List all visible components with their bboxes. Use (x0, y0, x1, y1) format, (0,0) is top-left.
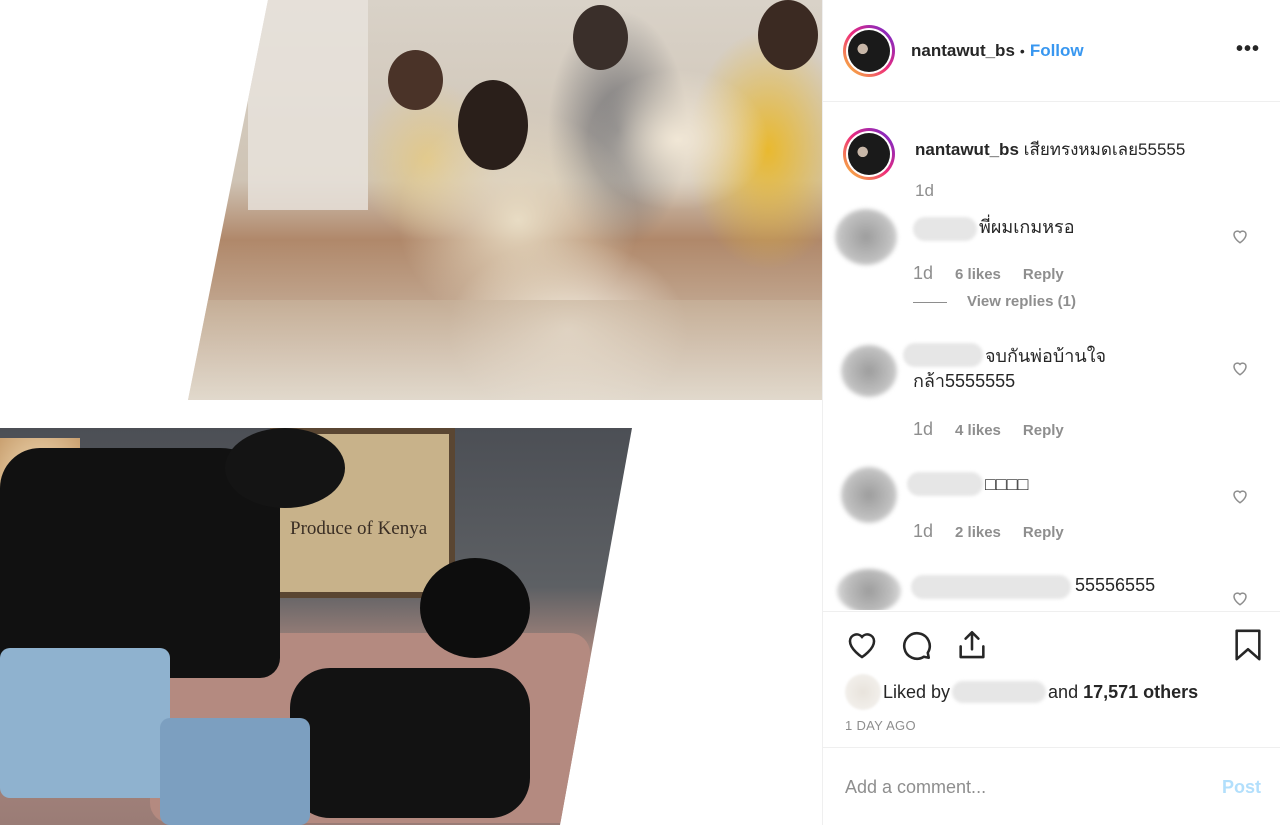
comments-list[interactable]: nantawut_bs เสียทรงหมดเลย55555 1d พี่ผมเ… (823, 103, 1280, 610)
avatar-frame (846, 27, 892, 74)
comment-meta: 1d 4 likes Reply (913, 419, 1064, 440)
comment-text-line2: กล้า5555555 (913, 371, 1016, 391)
like-comment-icon[interactable] (1231, 359, 1249, 377)
caption: nantawut_bs เสียทรงหมดเลย55555 (915, 136, 1185, 163)
commenter-avatar[interactable] (835, 209, 897, 265)
reply-button[interactable]: Reply (1023, 524, 1064, 541)
man-shorts (0, 648, 170, 798)
profile-avatar[interactable] (843, 24, 895, 77)
like-comment-icon[interactable] (1231, 227, 1249, 245)
post-comment-button[interactable]: Post (1222, 777, 1261, 798)
comment-text: 55556555 (1075, 575, 1156, 595)
commenter-avatar[interactable] (837, 569, 901, 610)
view-replies-button[interactable]: View replies (1) (913, 293, 1076, 310)
comment-text-line1: จบกันพ่อบ้านใจ (985, 346, 1107, 366)
liker-avatar[interactable] (845, 674, 881, 710)
view-replies-label[interactable]: View replies (1) (967, 293, 1076, 310)
liked-by[interactable]: Liked by and 17,571 others (845, 674, 1198, 710)
liked-by-prefix: Liked by (883, 681, 951, 702)
comment-likes[interactable]: 6 likes (955, 266, 1001, 283)
more-options-icon[interactable]: ••• (1236, 38, 1260, 61)
comment-likes[interactable]: 4 likes (955, 422, 1001, 439)
add-comment-bar: Add a comment... Post (823, 749, 1280, 825)
liker-username[interactable] (952, 681, 1047, 703)
avatar-frame (846, 131, 892, 177)
woman-shorts (160, 718, 310, 825)
header-separator: • (1019, 42, 1025, 59)
comment-icon[interactable] (899, 628, 933, 662)
woman-hair (420, 558, 530, 658)
post-header: nantawut_bs • Follow ••• (823, 0, 1280, 102)
post-media[interactable]: Produce of Kenya (0, 0, 822, 825)
comment-meta: 1d 2 likes Reply (913, 521, 1064, 542)
caption-text: เสียทรงหมดเลย55555 (1018, 140, 1186, 159)
liked-by-and: and (1048, 681, 1079, 702)
commenter-username[interactable] (913, 217, 977, 241)
photo-floor (188, 300, 822, 400)
comment-input[interactable]: Add a comment... (845, 777, 986, 798)
commenter-avatar[interactable] (841, 345, 897, 397)
post-sidebar: nantawut_bs • Follow ••• nantawut_bs เสี… (822, 0, 1280, 825)
comment-time[interactable]: 1d (913, 263, 933, 283)
guest-head (573, 5, 628, 70)
photo-wall (248, 0, 368, 210)
wedding-photo (188, 0, 822, 400)
caption-username[interactable]: nantawut_bs (915, 140, 1019, 159)
like-comment-icon[interactable] (1231, 487, 1249, 505)
commenter-username[interactable] (907, 472, 983, 496)
likes-count[interactable]: 17,571 others (1083, 682, 1198, 703)
comment-likes[interactable]: 2 likes (955, 524, 1001, 541)
like-icon[interactable] (845, 628, 879, 662)
comment-time[interactable]: 1d (913, 419, 933, 439)
guest-head (388, 50, 443, 110)
commenter-username[interactable] (903, 343, 983, 367)
groom-head (458, 80, 528, 170)
guest-head (758, 0, 818, 70)
avatar-image (848, 133, 890, 175)
save-icon[interactable] (1233, 628, 1263, 662)
post-actions: Liked by and 17,571 others 1 DAY AGO (823, 611, 1280, 748)
header-username[interactable]: nantawut_bs (911, 41, 1015, 61)
like-comment-icon[interactable] (1231, 589, 1249, 607)
share-icon[interactable] (955, 628, 989, 662)
couple-photo: Produce of Kenya (0, 428, 632, 825)
comment-text: □□□□ (985, 474, 1029, 494)
follow-button[interactable]: Follow (1030, 41, 1084, 61)
comment-meta: 1d 6 likes Reply (913, 263, 1064, 284)
caption-time[interactable]: 1d (915, 181, 934, 201)
comment-text: พี่ผมเกมหรอ (979, 217, 1075, 237)
woman-shirt (290, 668, 530, 818)
map-sign-text: Produce of Kenya (290, 518, 428, 539)
reply-button[interactable]: Reply (1023, 422, 1064, 439)
reply-button[interactable]: Reply (1023, 266, 1064, 283)
divider (913, 301, 947, 303)
commenter-username[interactable] (911, 575, 1071, 599)
commenter-avatar[interactable] (841, 467, 897, 523)
comment-time[interactable]: 1d (913, 521, 933, 541)
post-date[interactable]: 1 DAY AGO (845, 718, 916, 733)
man-head (225, 428, 345, 508)
avatar-image (848, 29, 890, 72)
caption-avatar[interactable] (843, 128, 895, 180)
